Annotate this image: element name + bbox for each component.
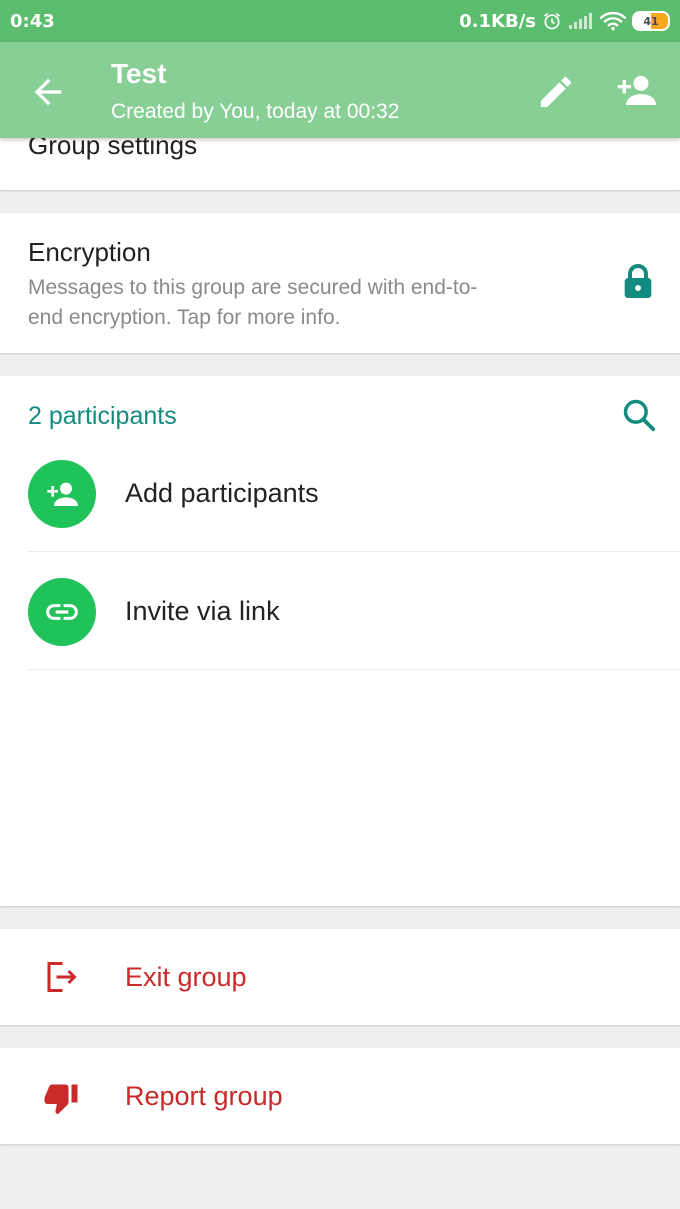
encryption-title: Encryption (28, 237, 151, 267)
encryption-description-line1: Messages to this group are secured with … (28, 276, 478, 299)
invite-link-avatar (28, 578, 96, 646)
signal-icon (568, 12, 594, 30)
wifi-icon (600, 11, 626, 31)
encryption-card[interactable]: Encryption Messages to this group are se… (0, 213, 680, 353)
invite-via-link-label: Invite via link (125, 596, 280, 626)
group-subtitle: Created by You, today at 00:32 (111, 100, 400, 123)
thumbs-down-icon (42, 1080, 80, 1121)
app-bar: Test Created by You, today at 00:32 (0, 42, 680, 138)
group-title[interactable]: Test (111, 58, 167, 90)
divider (28, 669, 680, 670)
invite-via-link-row[interactable]: Invite via link (0, 572, 680, 668)
add-participants-label: Add participants (125, 478, 319, 508)
link-icon (46, 604, 78, 620)
report-group-card[interactable]: Report group (0, 1048, 680, 1144)
edit-pencil-icon[interactable] (536, 72, 576, 112)
add-participant-icon[interactable] (612, 70, 660, 110)
exit-group-label: Exit group (125, 962, 247, 992)
alarm-icon (542, 11, 562, 31)
battery-icon: 41 (632, 11, 670, 31)
add-participants-row[interactable]: Add participants (0, 454, 680, 550)
back-arrow-icon[interactable] (28, 72, 68, 112)
status-bar: 0:43 0.1KB/s 41 (0, 0, 680, 42)
status-time: 0:43 (10, 10, 55, 32)
divider (28, 551, 680, 552)
participants-card: 2 participants Add participants Invite v… (0, 376, 680, 906)
battery-level: 41 (643, 14, 659, 28)
encryption-description-line2: end encryption. Tap for more info. (28, 306, 341, 329)
exit-group-card[interactable]: Exit group (0, 929, 680, 1025)
add-participants-avatar (28, 460, 96, 528)
network-speed: 0.1KB/s (459, 10, 536, 32)
exit-icon (42, 959, 80, 1000)
report-group-label: Report group (125, 1081, 283, 1111)
add-person-icon (47, 482, 78, 506)
search-icon[interactable] (620, 396, 658, 439)
lock-icon (622, 263, 654, 306)
participants-count: 2 participants (28, 402, 177, 430)
